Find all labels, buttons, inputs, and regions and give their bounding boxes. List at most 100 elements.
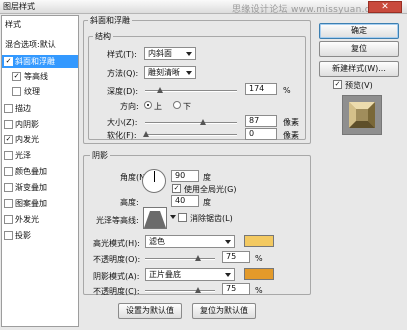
style-label: 样式(T): xyxy=(107,50,137,59)
direction-up-label: 上 xyxy=(154,102,162,111)
structure-title: 结构 xyxy=(93,31,113,42)
angle-needle xyxy=(154,171,155,182)
shadow-color-swatch[interactable] xyxy=(244,268,274,280)
window-title: 图层样式 xyxy=(3,2,35,11)
contour-curve-icon xyxy=(144,211,166,228)
highlight-opacity-unit: % xyxy=(255,254,263,263)
reset-default-button[interactable]: 复位为默认值 xyxy=(192,303,256,319)
highlight-opacity-thumb[interactable] xyxy=(195,255,201,261)
size-slider-thumb[interactable] xyxy=(200,119,206,125)
sidebar-item-pattern-overlay[interactable]: 图案叠加 xyxy=(2,197,78,210)
watermark-text: 思缘设计论坛 www.missyuan.com xyxy=(232,5,385,15)
contour-dropdown-icon[interactable] xyxy=(170,215,176,219)
angle-input[interactable]: 90 xyxy=(171,170,199,182)
global-light-label: 使用全局光(G) xyxy=(184,185,237,194)
sidebar-item-contour[interactable]: ✓ 等高线 xyxy=(2,70,78,83)
sidebar-item-satin[interactable]: 光泽 xyxy=(2,149,78,162)
style-preview-thumbnail xyxy=(342,95,382,135)
gloss-contour-label: 光泽等高线: xyxy=(96,216,139,225)
sidebar-item-color-overlay[interactable]: 颜色叠加 xyxy=(2,165,78,178)
depth-slider[interactable] xyxy=(145,87,237,93)
set-default-button[interactable]: 设置为默认值 xyxy=(118,303,182,319)
direction-down-radio[interactable] xyxy=(173,101,181,109)
angle-unit: 度 xyxy=(203,173,211,182)
contour-checkbox[interactable]: ✓ xyxy=(12,72,21,81)
gradient-overlay-checkbox[interactable] xyxy=(4,183,13,192)
preview-label: 预览(V) xyxy=(345,81,373,90)
altitude-input[interactable]: 40 xyxy=(171,195,199,207)
shadow-opacity-unit: % xyxy=(255,286,263,295)
highlight-opacity-label: 不透明度(O): xyxy=(93,255,141,264)
sidebar-item-drop-shadow[interactable]: 投影 xyxy=(2,229,78,242)
direction-label: 方向: xyxy=(120,102,139,111)
sidebar-item-inner-glow[interactable]: ✓ 内发光 xyxy=(2,133,78,146)
soften-slider-thumb[interactable] xyxy=(143,131,149,137)
bevel-group-title: 斜面和浮雕 xyxy=(88,15,132,26)
close-icon: ✕ xyxy=(381,2,389,12)
sidebar-item-styles[interactable]: 样式 xyxy=(2,18,78,31)
chevron-down-icon xyxy=(225,240,231,244)
sidebar-item-outer-glow[interactable]: 外发光 xyxy=(2,213,78,226)
global-light-checkbox[interactable]: ✓ xyxy=(172,184,181,193)
shading-title: 阴影 xyxy=(90,150,110,161)
soften-slider[interactable] xyxy=(143,131,237,137)
close-button[interactable]: ✕ xyxy=(368,1,402,13)
sidebar-item-bevel-emboss[interactable]: ✓ 斜面和浮雕 xyxy=(2,55,78,68)
chevron-down-icon xyxy=(186,71,192,75)
size-label: 大小(Z): xyxy=(107,118,138,127)
direction-up-radio[interactable] xyxy=(144,101,152,109)
preview-checkbox[interactable]: ✓ xyxy=(333,80,342,89)
size-input[interactable]: 87 xyxy=(245,115,277,127)
soften-unit: 像素 xyxy=(283,131,299,140)
title-bar: 图层样式 思缘设计论坛 www.missyuan.com ✕ xyxy=(0,0,407,15)
inner-glow-checkbox[interactable]: ✓ xyxy=(4,135,13,144)
size-slider[interactable] xyxy=(145,119,237,125)
satin-checkbox[interactable] xyxy=(4,151,13,160)
preview-bevel-image xyxy=(349,102,375,128)
highlight-mode-select[interactable]: 滤色 xyxy=(145,235,235,248)
size-unit: 像素 xyxy=(283,118,299,127)
antialias-label: 消除锯齿(L) xyxy=(190,214,233,223)
highlight-mode-label: 高光模式(H): xyxy=(93,239,140,248)
chevron-down-icon xyxy=(225,273,231,277)
inner-shadow-checkbox[interactable] xyxy=(4,120,13,129)
gloss-contour-picker[interactable] xyxy=(143,207,167,229)
new-style-button[interactable]: 新建样式(W)... xyxy=(319,61,399,77)
shadow-opacity-slider[interactable] xyxy=(145,287,215,293)
sidebar-item-blending-options[interactable]: 混合选项:默认 xyxy=(2,38,78,51)
sidebar-item-inner-shadow[interactable]: 内阴影 xyxy=(2,118,78,131)
highlight-opacity-input[interactable]: 75 xyxy=(222,251,250,263)
shadow-opacity-thumb[interactable] xyxy=(195,287,201,293)
sidebar-item-gradient-overlay[interactable]: 渐变叠加 xyxy=(2,181,78,194)
reset-button[interactable]: 复位 xyxy=(319,41,399,57)
altitude-label: 高度: xyxy=(120,198,139,207)
shadow-mode-select[interactable]: 正片叠底 xyxy=(145,268,235,281)
stroke-checkbox[interactable] xyxy=(4,104,13,113)
altitude-unit: 度 xyxy=(203,198,211,207)
direction-down-label: 下 xyxy=(183,102,191,111)
color-overlay-checkbox[interactable] xyxy=(4,167,13,176)
highlight-opacity-slider[interactable] xyxy=(145,255,215,261)
ok-button[interactable]: 确定 xyxy=(319,23,399,39)
sidebar-item-stroke[interactable]: 描边 xyxy=(2,102,78,115)
highlight-color-swatch[interactable] xyxy=(244,235,274,247)
sidebar-item-texture[interactable]: 纹理 xyxy=(2,85,78,98)
technique-label: 方法(Q): xyxy=(107,69,139,78)
depth-label: 深度(D): xyxy=(107,87,139,96)
shadow-mode-label: 阴影模式(A): xyxy=(93,272,140,281)
pattern-overlay-checkbox[interactable] xyxy=(4,199,13,208)
drop-shadow-checkbox[interactable] xyxy=(4,231,13,240)
texture-checkbox[interactable] xyxy=(12,87,21,96)
depth-slider-thumb[interactable] xyxy=(157,87,163,93)
outer-glow-checkbox[interactable] xyxy=(4,215,13,224)
bevel-checkbox[interactable]: ✓ xyxy=(4,57,13,66)
angle-dial[interactable] xyxy=(142,169,166,193)
antialias-checkbox[interactable] xyxy=(178,213,187,222)
style-select[interactable]: 内斜面 xyxy=(144,47,196,60)
depth-input[interactable]: 174 xyxy=(245,83,277,95)
styles-sidebar: 样式 混合选项:默认 ✓ 斜面和浮雕 ✓ 等高线 纹理 描边 内阴影 ✓ 内发光 光泽… xyxy=(1,15,79,327)
shadow-opacity-input[interactable]: 75 xyxy=(222,283,250,295)
chevron-down-icon xyxy=(186,52,192,56)
technique-select[interactable]: 雕刻清晰 xyxy=(144,66,196,79)
soften-input[interactable]: 0 xyxy=(245,128,277,140)
